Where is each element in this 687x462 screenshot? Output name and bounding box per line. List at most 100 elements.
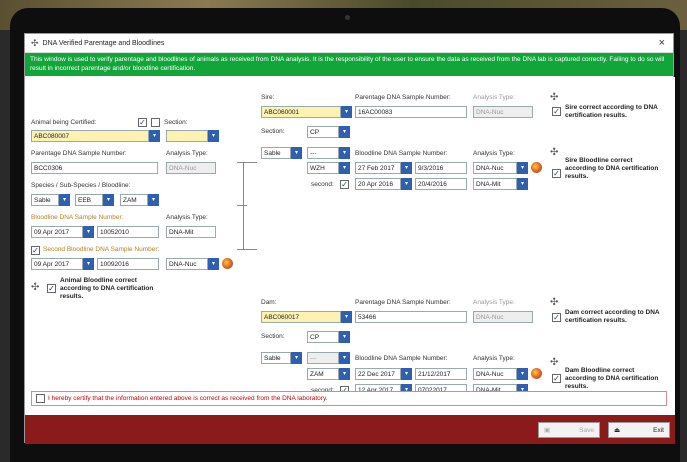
dam-id-field[interactable]: ABC060017	[261, 311, 341, 323]
second-bloodline-label: Second Bloodline DNA Sample Number:	[43, 246, 160, 253]
second-bloodline-date[interactable]: 09 Apr 2017	[31, 258, 83, 270]
pin-icon[interactable]: ✣	[550, 147, 558, 158]
pin-icon: ✣	[31, 37, 39, 48]
dam-bl-code-field[interactable]: ZAM	[307, 368, 339, 380]
animal-id-field[interactable]: ABC080007	[31, 130, 149, 142]
dam-bl-analysis-field[interactable]: DNA-Nuc	[473, 368, 517, 380]
subspecies-field[interactable]: EEB	[75, 194, 103, 206]
subspecies-dropdown[interactable]: ▾	[103, 194, 114, 206]
animal-checkbox[interactable]: ✓	[138, 118, 147, 127]
exit-icon: ⏏	[614, 427, 621, 434]
sire-species-dropdown[interactable]: ▾	[291, 147, 302, 159]
animal-bloodline-sample[interactable]: 10052010	[97, 226, 159, 238]
second-bloodline-sample[interactable]: 10092016	[97, 258, 159, 270]
window-title: DNA Verified Parentage and Bloodlines	[42, 39, 165, 47]
dam-species-field[interactable]: Sable	[261, 352, 291, 364]
sire-bloodline-correct-checkbox[interactable]: ✓	[552, 169, 561, 178]
animal-parentage-field[interactable]: BCC0306	[31, 162, 158, 174]
second-bloodline-analysis[interactable]: DNA-Nuc	[166, 258, 208, 270]
sire-bl-date-field[interactable]: 27 Feb 2017	[355, 162, 401, 174]
globe-icon[interactable]	[531, 162, 542, 173]
sire-bl-date-dropdown[interactable]: ▾	[401, 162, 412, 174]
section-checkbox[interactable]	[151, 118, 160, 127]
connector-line	[237, 205, 247, 206]
animal-section-dropdown[interactable]: ▾	[208, 130, 219, 142]
sire-second-analysis-field[interactable]: DNA-Mit	[473, 178, 517, 190]
dam-section-dropdown[interactable]: ▾	[339, 331, 350, 343]
pin-icon[interactable]: ✣	[550, 297, 558, 308]
animal-bloodline-date[interactable]: 09 Apr 2017	[31, 226, 83, 238]
dam-analysis-label: Analysis Type:	[473, 299, 515, 306]
sire-parentage-label: Parentage DNA Sample Number:	[355, 94, 451, 101]
dam-bl-analysis-dropdown[interactable]: ▾	[517, 368, 528, 380]
pin-icon[interactable]: ✣	[31, 282, 39, 293]
dam-parentage-field[interactable]: 53466	[355, 311, 467, 323]
animal-bloodline-correct-checkbox[interactable]: ✓	[47, 284, 56, 293]
sire-second-date-field[interactable]: 20 Apr 2016	[355, 178, 401, 190]
sire-section-label: Section:	[261, 128, 285, 135]
dam-bl-date-dropdown[interactable]: ▾	[401, 368, 412, 380]
bloodline-dropdown[interactable]: ▾	[148, 194, 159, 206]
second-bloodline-analysis-dropdown[interactable]: ▾	[208, 258, 219, 270]
sire-bl-code-field[interactable]: WZH	[307, 162, 339, 174]
pin-icon[interactable]: ✣	[550, 357, 558, 368]
dam-bloodline-analysis-label: Analysis Type:	[473, 355, 515, 362]
webcam	[345, 15, 350, 20]
sire-analysis-label: Analysis Type:	[473, 94, 515, 101]
save-icon: ▣	[544, 427, 551, 434]
sire-id-field[interactable]: ABC060001	[261, 106, 341, 118]
sire-correct-checkbox[interactable]: ✓	[552, 107, 561, 116]
animal-section-field[interactable]	[166, 130, 208, 142]
certify-checkbox[interactable]	[36, 394, 45, 403]
sire-section-dropdown[interactable]: ▾	[339, 126, 350, 138]
dam-species-dropdown[interactable]: ▾	[291, 352, 302, 364]
sire-second-date-dropdown[interactable]: ▾	[401, 178, 412, 190]
sire-bl-sample-field[interactable]: 9/3/2016	[415, 162, 467, 174]
close-button[interactable]: ×	[659, 37, 665, 49]
dam-bl-date-field[interactable]: 22 Dec 2017	[355, 368, 401, 380]
sire-bl-analysis-field[interactable]: DNA-Nuc	[473, 162, 517, 174]
dam-correct-checkbox[interactable]: ✓	[552, 313, 561, 322]
species-dropdown[interactable]: ▾	[59, 194, 70, 206]
sire-second-checkbox[interactable]: ✓	[340, 180, 349, 189]
dam-bl-sample-field[interactable]: 21/12/2017	[415, 368, 467, 380]
second-bloodline-date-dropdown[interactable]: ▾	[83, 258, 94, 270]
second-bloodline-checkbox[interactable]: ✓	[31, 246, 40, 255]
sire-subspecies-field[interactable]: ---	[307, 147, 339, 159]
sire-bl-code-dropdown[interactable]: ▾	[339, 162, 350, 174]
globe-icon[interactable]	[222, 258, 233, 269]
dam-id-dropdown[interactable]: ▾	[341, 311, 352, 323]
pin-icon[interactable]: ✣	[550, 92, 558, 103]
sire-subspecies-dropdown[interactable]: ▾	[339, 147, 350, 159]
sire-section-field[interactable]: CP	[307, 126, 339, 138]
dialog-window: ✣ DNA Verified Parentage and Bloodlines …	[24, 33, 675, 444]
sire-id-dropdown[interactable]: ▾	[341, 106, 352, 118]
globe-icon[interactable]	[531, 368, 542, 379]
sire-bloodline-label: Bloodline DNA Sample Number:	[355, 150, 448, 157]
title-bar: ✣ DNA Verified Parentage and Bloodlines …	[25, 34, 673, 53]
bottom-bar: ▣ Save ⏏ Exit	[25, 415, 675, 444]
sire-second-analysis-dropdown[interactable]: ▾	[517, 178, 528, 190]
animal-bloodline-date-dropdown[interactable]: ▾	[83, 226, 94, 238]
dam-subspecies-field[interactable]: ---	[307, 352, 339, 364]
dam-bloodline-correct-label: Dam Bloodline correct according to DNA c…	[565, 367, 659, 390]
exit-button[interactable]: ⏏ Exit	[608, 422, 670, 438]
sire-second-sample-field[interactable]: 20/4/2016	[415, 178, 467, 190]
dam-bl-code-dropdown[interactable]: ▾	[339, 368, 350, 380]
sire-bl-analysis-dropdown[interactable]: ▾	[517, 162, 528, 174]
dam-subspecies-dropdown[interactable]: ▾	[339, 352, 350, 364]
animal-analysis-field: DNA-Nuc	[166, 162, 216, 174]
animal-bloodline-analysis[interactable]: DNA-Mit	[166, 226, 216, 238]
species-field[interactable]: Sable	[31, 194, 59, 206]
dam-bloodline-correct-checkbox[interactable]: ✓	[552, 374, 561, 383]
dam-section-field[interactable]: CP	[307, 331, 339, 343]
animal-parentage-label: Parentage DNA Sample Number:	[31, 150, 127, 157]
save-button[interactable]: ▣ Save	[538, 422, 600, 438]
exit-button-label: Exit	[653, 426, 664, 434]
sire-parentage-field[interactable]: 16AC00083	[355, 106, 467, 118]
sire-bloodline-correct-label: Sire Bloodline correct according to DNA …	[565, 157, 659, 180]
animal-id-dropdown[interactable]: ▾	[149, 130, 160, 142]
sire-species-field[interactable]: Sable	[261, 147, 291, 159]
certify-row: I hereby certify that the information en…	[31, 391, 667, 406]
bloodline-field[interactable]: ZAM	[120, 194, 148, 206]
